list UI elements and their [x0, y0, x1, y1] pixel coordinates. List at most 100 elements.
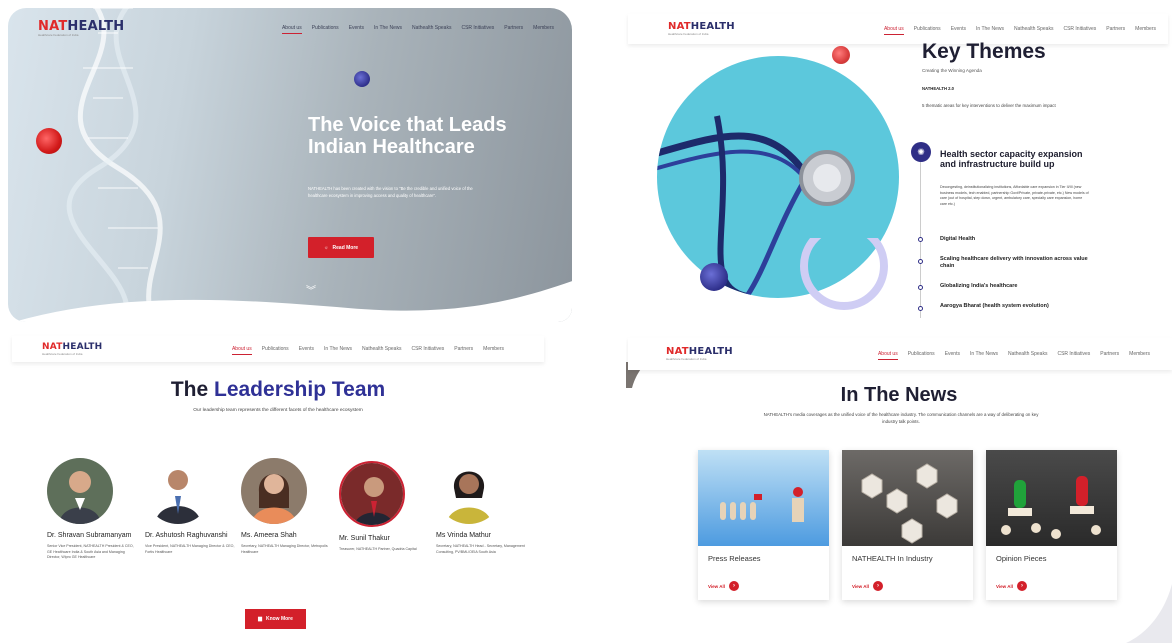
nav-members[interactable]: Members	[483, 346, 504, 352]
member-role: Secretary, NATHEALTH Managing Director, …	[241, 544, 328, 554]
nav-publications[interactable]: Publications	[908, 351, 935, 357]
avatar	[339, 461, 405, 527]
nav-in-the-news[interactable]: In The News	[324, 346, 352, 352]
nav-events[interactable]: Events	[299, 346, 314, 352]
news-card-nathealth-in-industry[interactable]: NATHEALTH In Industry View All ›	[842, 450, 973, 600]
main-menu: About us Publications Events In The News…	[874, 26, 1156, 35]
arrow-right-icon: ›	[1017, 581, 1028, 591]
nathealth-logo[interactable]: NATHEALTH Healthcare Federation of India	[668, 22, 735, 36]
scroll-down-icon[interactable]: ︾	[306, 287, 316, 297]
logo-nat: NAT	[666, 346, 689, 357]
view-all-link[interactable]: View All ›	[852, 581, 884, 591]
chat-icon: ▆	[258, 616, 262, 622]
logo-tagline: Healthcare Federation of India	[666, 357, 707, 361]
arrow-right-icon: ›	[873, 581, 884, 591]
nav-publications[interactable]: Publications	[262, 346, 289, 352]
opinion-pieces-image	[986, 450, 1117, 546]
know-more-button[interactable]: ▆ Know More	[245, 609, 306, 629]
nav-partners[interactable]: Partners	[1106, 26, 1125, 32]
nathealth-logo[interactable]: NATHEALTH Healthcare Federation of India	[38, 20, 124, 37]
timeline-dot	[918, 306, 923, 311]
view-all-label: View All	[996, 583, 1014, 589]
blue-orb-decoration	[354, 71, 370, 87]
title-accent: Leadership Team	[214, 378, 386, 401]
hero-title: The Voice that Leads Indian Healthcare	[308, 114, 507, 158]
team-member-card[interactable]: Ms Vrinda Mathur Secretary, NATHEALTH He…	[436, 458, 526, 555]
nav-members[interactable]: Members	[533, 25, 554, 31]
main-menu: About us Publications Events In The News…	[868, 351, 1150, 360]
nav-csr-initiatives[interactable]: CSR Initiatives	[1057, 351, 1090, 357]
nav-csr-initiatives[interactable]: CSR Initiatives	[461, 25, 494, 31]
nav-events[interactable]: Events	[945, 351, 960, 357]
logo-health: HEALTH	[690, 21, 735, 32]
news-card-press-releases[interactable]: Press Releases View All ›	[698, 450, 829, 600]
member-name: Ms. Ameera Shah	[241, 532, 297, 539]
title-part: The	[170, 378, 214, 401]
nav-in-the-news[interactable]: In The News	[970, 351, 998, 357]
theme-item[interactable]: Digital Health	[940, 236, 1090, 243]
read-more-button[interactable]: ☼ Read More	[308, 237, 374, 258]
nav-partners[interactable]: Partners	[504, 25, 523, 31]
section-subtitle: Creating the Winning Agenda	[922, 68, 982, 73]
nav-events[interactable]: Events	[349, 25, 364, 31]
card-label: Press Releases	[708, 554, 761, 563]
team-member-card[interactable]: Dr. Shravan Subramanyam Senior Vice Pres…	[47, 458, 137, 561]
nav-members[interactable]: Members	[1129, 351, 1150, 357]
bulb-icon: ✺	[911, 142, 931, 162]
sun-icon: ☼	[323, 244, 329, 251]
nav-nathealth-speaks[interactable]: Nathealth Speaks	[362, 346, 401, 352]
nav-about-us[interactable]: About us	[231, 346, 252, 355]
section-title: Key Themes	[922, 40, 1046, 63]
team-member-card[interactable]: Ms. Ameera Shah Secretary, NATHEALTH Man…	[241, 458, 331, 555]
nav-nathealth-speaks[interactable]: Nathealth Speaks	[1014, 26, 1053, 32]
wave-decoration	[14, 281, 572, 322]
theme-item[interactable]: Aarogya Bharat (health system evolution)	[940, 303, 1090, 310]
top-nav: NATHEALTH Healthcare Federation of India…	[628, 14, 1168, 44]
view-all-label: View All	[852, 583, 870, 589]
member-name: Dr. Ashutosh Raghuvanshi	[145, 532, 228, 539]
nav-about-us[interactable]: About us	[883, 26, 904, 35]
logo-health: HEALTH	[688, 346, 733, 357]
industry-image	[842, 450, 973, 546]
theme-item[interactable]: Scaling healthcare delivery with innovat…	[940, 256, 1090, 270]
member-role: Treasurer, NATHEALTH Partner, Quadria Ca…	[339, 547, 417, 551]
ring-decoration	[800, 238, 888, 310]
view-all-link[interactable]: View All ›	[996, 581, 1028, 591]
nav-publications[interactable]: Publications	[312, 25, 339, 31]
nav-events[interactable]: Events	[951, 26, 966, 32]
nav-in-the-news[interactable]: In The News	[976, 26, 1004, 32]
nav-members[interactable]: Members	[1135, 26, 1156, 32]
nav-about-us[interactable]: About us	[281, 25, 302, 34]
card-label: NATHEALTH In Industry	[852, 554, 933, 563]
section-subtitle: NATHEALTH's media coverages as the unifi…	[763, 412, 1039, 424]
view-all-label: View All	[708, 583, 726, 589]
top-nav: NATHEALTH Healthcare Federation of India…	[8, 8, 572, 48]
team-member-card[interactable]: Mr. Sunil Thakur Treasurer, NATHEALTH Pa…	[339, 461, 429, 553]
nathealth-logo[interactable]: NATHEALTH Healthcare Federation of India	[666, 347, 733, 361]
theme-item[interactable]: Globalizing India's healthcare	[940, 283, 1090, 290]
nav-csr-initiatives[interactable]: CSR Initiatives	[1063, 26, 1096, 32]
timeline-dot	[918, 285, 923, 290]
news-card-opinion-pieces[interactable]: Opinion Pieces View All ›	[986, 450, 1117, 600]
team-member-card[interactable]: Dr. Ashutosh Raghuvanshi Vice President,…	[145, 458, 235, 555]
member-role: Senior Vice President, NATHEALTH Preside…	[47, 544, 134, 559]
nav-publications[interactable]: Publications	[914, 26, 941, 32]
nav-nathealth-speaks[interactable]: Nathealth Speaks	[1008, 351, 1047, 357]
logo-nat: NAT	[42, 341, 63, 352]
nav-partners[interactable]: Partners	[1100, 351, 1119, 357]
red-orb-decoration	[832, 46, 850, 64]
nav-partners[interactable]: Partners	[454, 346, 473, 352]
logo-health: HEALTH	[62, 341, 103, 352]
nav-about-us[interactable]: About us	[877, 351, 898, 360]
nav-nathealth-speaks[interactable]: Nathealth Speaks	[412, 25, 451, 31]
avatar	[241, 458, 307, 524]
section-title: The Leadership Team	[8, 378, 548, 402]
view-all-link[interactable]: View All ›	[708, 581, 740, 591]
timeline-dot	[918, 259, 923, 264]
nathealth-logo[interactable]: NATHEALTH Healthcare Federation of India	[42, 341, 103, 356]
logo-tagline: Healthcare Federation of India	[42, 351, 83, 356]
read-more-label: Read More	[332, 244, 359, 251]
nav-in-the-news[interactable]: In The News	[374, 25, 402, 31]
nav-csr-initiatives[interactable]: CSR Initiatives	[411, 346, 444, 352]
theme-main-title[interactable]: Health sector capacity expansion and inf…	[940, 149, 1090, 169]
